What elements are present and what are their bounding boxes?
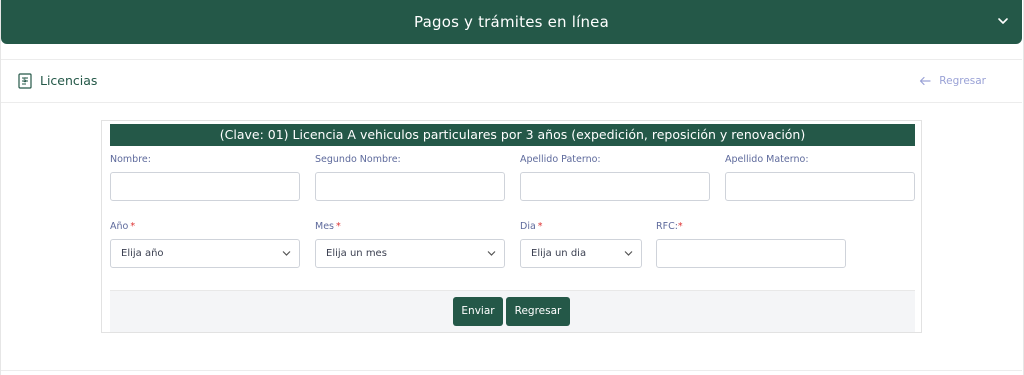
label-mes: Mes * xyxy=(315,221,341,232)
segundo-nombre-input[interactable] xyxy=(315,172,505,201)
required-mark: * xyxy=(336,221,341,232)
submit-button[interactable]: Enviar xyxy=(453,297,503,326)
back-link-label: Regresar xyxy=(939,75,986,87)
header-title: Pagos y trámites en línea xyxy=(414,13,609,31)
anio-select-value: Elija año xyxy=(121,248,164,259)
rfc-input[interactable] xyxy=(656,239,846,268)
required-mark: * xyxy=(537,221,543,232)
caret-down-icon xyxy=(624,251,633,256)
anio-select[interactable]: Elija año xyxy=(110,239,300,268)
label-nombre: Nombre: xyxy=(110,154,151,165)
caret-down-icon xyxy=(282,251,291,256)
caret-down-icon xyxy=(487,251,496,256)
apellido-materno-input[interactable] xyxy=(725,172,915,201)
label-apellido-paterno: Apellido Paterno: xyxy=(520,154,601,165)
dia-select[interactable]: Elija un dia xyxy=(520,239,642,268)
label-anio: Año * xyxy=(110,221,135,232)
label-segundo-nombre: Segundo Nombre: xyxy=(315,154,401,165)
section-title: Licencias xyxy=(40,73,98,88)
top-header-bar[interactable]: Pagos y trámites en línea xyxy=(1,0,1022,44)
form-title: (Clave: 01) Licencia A vehiculos particu… xyxy=(110,124,915,146)
label-rfc-text: RFC: xyxy=(656,221,678,232)
back-link[interactable]: Regresar xyxy=(919,75,986,87)
bottom-divider xyxy=(1,370,1022,371)
nombre-input[interactable] xyxy=(110,172,300,201)
document-icon: $ xyxy=(18,73,32,89)
apellido-paterno-input[interactable] xyxy=(520,172,710,201)
label-mes-text: Mes xyxy=(315,221,334,232)
svg-text:$: $ xyxy=(23,77,27,84)
arrow-left-icon xyxy=(920,76,931,86)
section-header: $ Licencias Regresar xyxy=(1,59,1022,103)
required-mark: * xyxy=(677,221,683,232)
label-anio-text: Año xyxy=(110,221,129,232)
mes-select[interactable]: Elija un mes xyxy=(315,239,505,268)
label-dia: Dia * xyxy=(520,221,543,232)
dia-select-value: Elija un dia xyxy=(531,248,587,259)
label-rfc: RFC:* xyxy=(656,221,683,232)
mes-select-value: Elija un mes xyxy=(326,248,387,259)
label-dia-text: Dia xyxy=(520,221,536,232)
label-apellido-materno: Apellido Materno: xyxy=(725,154,809,165)
chevron-down-icon[interactable] xyxy=(996,14,1010,28)
form-card: (Clave: 01) Licencia A vehiculos particu… xyxy=(101,120,922,333)
back-button[interactable]: Regresar xyxy=(506,297,570,326)
required-mark: * xyxy=(130,221,136,232)
